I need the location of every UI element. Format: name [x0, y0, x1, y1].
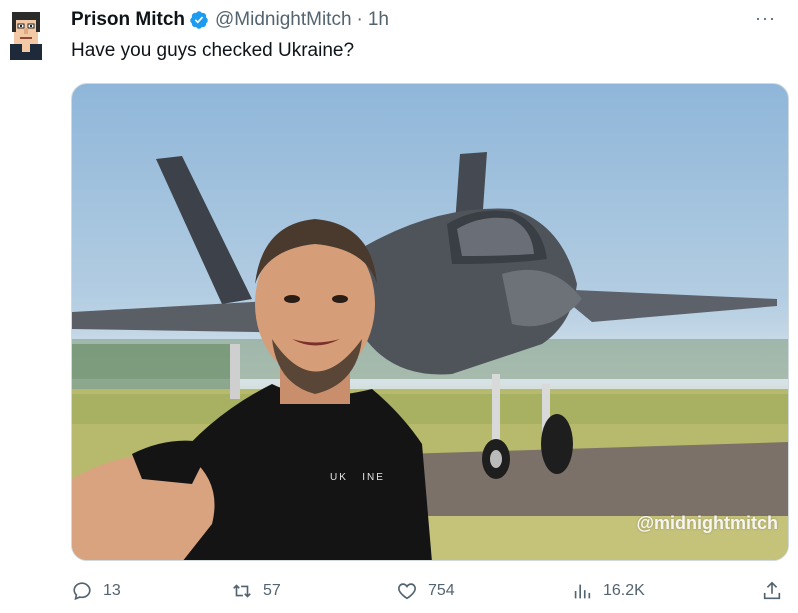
verified-badge-icon	[190, 11, 208, 29]
share-icon	[763, 581, 781, 600]
reply-icon	[73, 582, 91, 601]
reply-count: 13	[103, 582, 121, 599]
tweet-media-image[interactable]: UK INE @midnightmitch	[71, 83, 789, 561]
views-button[interactable]: 16.2K	[571, 580, 645, 602]
reply-button[interactable]: 13	[71, 580, 121, 602]
author-avatar[interactable]	[6, 8, 46, 60]
views-count: 16.2K	[603, 582, 645, 599]
tweet-header: Prison Mitch @MidnightMitch · 1h	[71, 8, 778, 32]
more-options-button[interactable]: ···	[755, 8, 776, 28]
analytics-icon	[574, 584, 591, 599]
media-illustration: UK INE	[72, 152, 788, 560]
retweet-count: 57	[263, 582, 281, 599]
tweet-text: Have you guys checked Ukraine?	[71, 40, 355, 61]
header-separator: ·	[356, 9, 363, 30]
like-count: 754	[428, 582, 455, 599]
image-watermark: @midnightmitch	[636, 513, 778, 533]
retweet-icon	[233, 584, 251, 598]
author-name[interactable]: Prison Mitch	[71, 9, 185, 31]
heart-icon	[398, 583, 416, 600]
retweet-button[interactable]: 57	[231, 580, 281, 602]
tweet-action-bar: 13 57 754 16.2K	[71, 580, 786, 608]
like-button[interactable]: 754	[396, 580, 455, 602]
share-button[interactable]	[761, 580, 783, 602]
author-handle[interactable]: @MidnightMitch	[215, 9, 352, 31]
shirt-text: UK INE	[330, 472, 385, 483]
tweet-timestamp[interactable]: 1h	[368, 9, 389, 31]
